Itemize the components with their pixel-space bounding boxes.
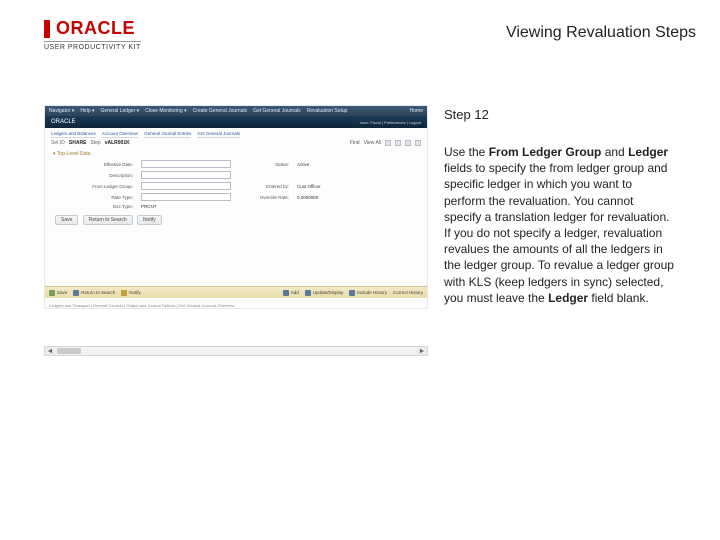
scroll-thumb[interactable] <box>57 348 81 354</box>
next-icon[interactable] <box>405 140 411 146</box>
first-icon[interactable] <box>385 140 391 146</box>
ss-brand-title: ORACLE <box>51 119 76 125</box>
update-icon <box>305 290 311 296</box>
status-update[interactable]: Update/Display <box>305 290 344 296</box>
ss-nav-item[interactable]: Revaluation Setup <box>307 108 348 114</box>
add-icon <box>283 290 289 296</box>
ss-tab[interactable]: Account Overview <box>102 131 138 138</box>
ss-nav-item[interactable]: Create General Journals <box>193 108 247 114</box>
from-ledger-group-input[interactable] <box>141 182 231 190</box>
effective-date-input[interactable] <box>141 160 231 168</box>
page-header: ORACLE USER PRODUCTIVITY KIT Viewing Rev… <box>0 0 720 57</box>
status-value: Active <box>297 162 387 167</box>
return-icon <box>73 290 79 296</box>
status-correct[interactable]: Correct History <box>393 290 423 295</box>
app-screenshot: Navigator ▾ Help ▾ General Ledger ▾ Clos… <box>44 105 428 309</box>
logo-block: ORACLE USER PRODUCTIVITY KIT <box>44 18 141 51</box>
ss-nav-item[interactable]: Close Monitoring ▾ <box>145 108 186 114</box>
logo-subtitle: USER PRODUCTIVITY KIT <box>44 41 141 51</box>
ss-nav-item[interactable]: Navigator ▾ <box>49 108 74 114</box>
override-rate-value: 0.0000000 <box>297 195 387 200</box>
ss-viewall-link[interactable]: View All <box>364 140 381 146</box>
ss-home-link[interactable]: Home <box>410 108 423 114</box>
scroll-left-icon[interactable]: ◄ <box>45 347 55 355</box>
content-row: Navigator ▾ Help ▾ General Ledger ▾ Clos… <box>0 57 720 309</box>
logo-bar-icon <box>44 20 50 38</box>
notify-button[interactable]: Notify <box>137 215 162 225</box>
page-title: Viewing Revaluation Steps <box>506 24 696 42</box>
entered-by-value: Cust Officer <box>297 184 387 189</box>
status-save[interactable]: Save <box>49 290 67 296</box>
ss-toolbar: Set ID SHARE Step vALR001K Find View All <box>45 138 427 148</box>
ss-tab[interactable]: Ledgers and Balances <box>51 131 96 138</box>
ss-form: Effective Date: Status: Active Descripti… <box>45 158 427 213</box>
ss-form-title[interactable]: ▾ Top-Level Data <box>45 148 427 158</box>
ss-nav-item[interactable]: General Ledger ▾ <box>101 108 140 114</box>
return-button[interactable]: Return to Search <box>83 215 133 225</box>
last-icon[interactable] <box>415 140 421 146</box>
horizontal-scrollbar[interactable]: ◄ ► <box>44 346 428 356</box>
ss-setid-label: Set ID <box>51 140 65 146</box>
ss-nav-item[interactable]: Help ▾ <box>80 108 94 114</box>
ss-step-label: Step <box>90 140 100 146</box>
notify-icon <box>121 290 127 296</box>
ss-nav-item[interactable]: Get General Journals <box>253 108 301 114</box>
doc-type-value: PRCNT <box>141 204 231 209</box>
step-label: Step 12 <box>444 107 674 122</box>
ss-tabs: Ledgers and Balances Account Overview Ge… <box>45 128 427 138</box>
ss-tab[interactable]: General Journal Entries <box>144 131 191 138</box>
from-ledger-group-label: From Ledger Group: <box>73 184 133 189</box>
status-notify[interactable]: Notify <box>121 290 141 296</box>
prev-icon[interactable] <box>395 140 401 146</box>
override-rate-label: Override Rate: <box>239 195 289 200</box>
scroll-right-icon[interactable]: ► <box>417 347 427 355</box>
ss-topbar: Navigator ▾ Help ▾ General Ledger ▾ Clos… <box>45 106 427 116</box>
ss-tab[interactable]: Get General Journals <box>197 131 240 138</box>
entered-by-label: Entered by: <box>239 184 289 189</box>
ss-statusbar: Save Return to Search Notify Add Update/… <box>45 286 427 298</box>
logo-text: ORACLE <box>56 18 135 39</box>
ss-setid-value: SHARE <box>69 140 87 146</box>
save-button[interactable]: Save <box>55 215 78 225</box>
status-include[interactable]: Include History <box>349 290 387 296</box>
description-input[interactable] <box>141 171 231 179</box>
ss-step-value: vALR001K <box>105 140 130 146</box>
effective-date-label: Effective Date: <box>73 162 133 167</box>
status-return[interactable]: Return to Search <box>73 290 115 296</box>
ss-user-links[interactable]: User: Fiscal | Preferences | Logout <box>360 120 421 125</box>
ss-brandbar: ORACLE User: Fiscal | Preferences | Logo… <box>45 116 427 128</box>
ss-footnote[interactable]: Ledgers and Timespan | General Controls … <box>49 303 234 308</box>
rate-type-input[interactable] <box>141 193 231 201</box>
instruction-panel: Step 12 Use the From Ledger Group and Le… <box>444 105 674 309</box>
status-label: Status: <box>239 162 289 167</box>
description-label: Description: <box>73 173 133 178</box>
doc-type-label: Doc Type: <box>73 204 133 209</box>
instruction-text: Use the From Ledger Group and Ledger fie… <box>444 144 674 306</box>
history-icon <box>349 290 355 296</box>
save-icon <box>49 290 55 296</box>
rate-type-label: Rate Type: <box>73 195 133 200</box>
ss-form-buttons: Save Return to Search Notify <box>45 213 427 227</box>
ss-find-link[interactable]: Find <box>350 140 360 146</box>
status-add[interactable]: Add <box>283 290 299 296</box>
oracle-logo: ORACLE <box>44 18 141 39</box>
